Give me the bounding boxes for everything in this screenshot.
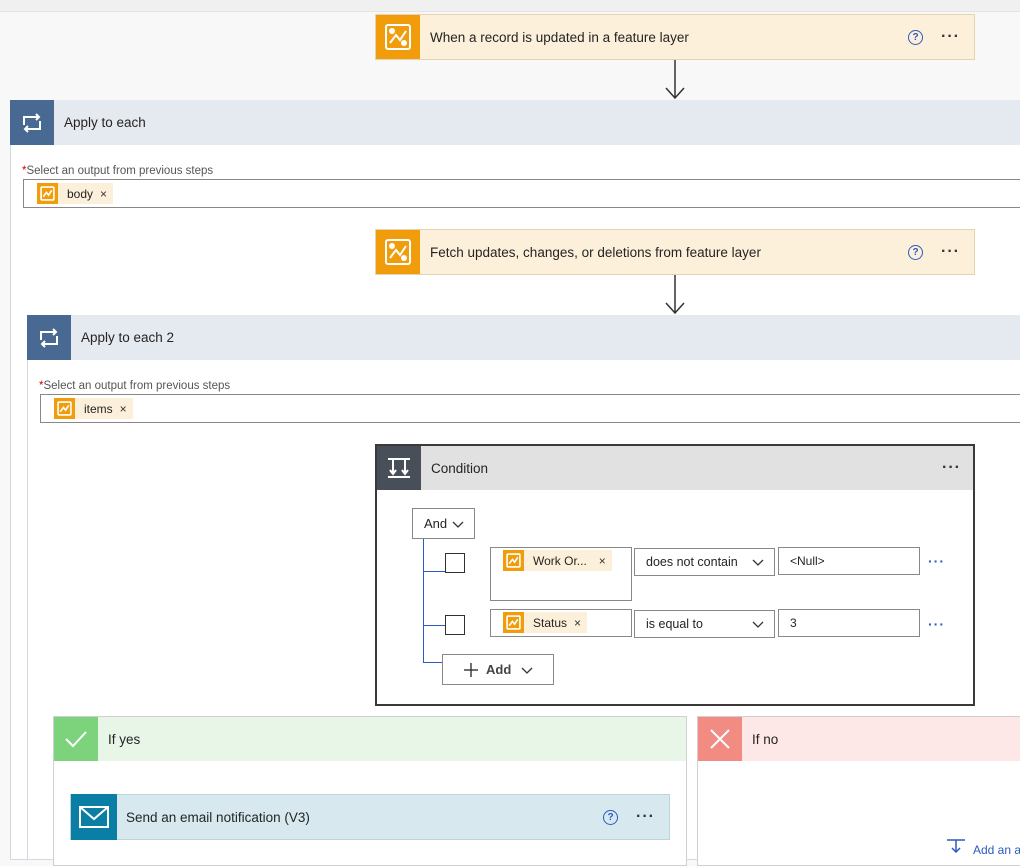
tree-branch-line — [423, 625, 445, 626]
arcgis-icon — [376, 230, 420, 274]
apply-to-each-2-title: Apply to each 2 — [81, 330, 175, 345]
arcgis-icon — [503, 612, 524, 633]
fetch-card[interactable]: Fetch updates, changes, or deletions fro… — [375, 229, 975, 275]
work-order-token[interactable]: Work Or... × — [503, 550, 612, 571]
row-more-icon[interactable]: ··· — [928, 616, 945, 632]
loop-icon — [10, 100, 54, 145]
condition-title: Condition — [431, 460, 489, 476]
chevron-down-icon — [752, 559, 764, 566]
row-more-icon[interactable]: ··· — [928, 553, 945, 569]
value-text: <Null> — [790, 554, 825, 568]
group-operator-select[interactable]: And — [412, 508, 475, 539]
chevron-down-icon — [452, 521, 464, 528]
arcgis-icon — [37, 183, 58, 204]
group-operator-value: And — [424, 516, 448, 531]
body-token[interactable]: body × — [37, 183, 114, 204]
chevron-down-icon — [521, 667, 533, 674]
condition-right-operand[interactable]: 3 — [778, 609, 920, 637]
chevron-down-icon — [752, 621, 764, 628]
remove-token-icon[interactable]: × — [100, 187, 107, 201]
output-field-label: *Select an output from previous steps — [39, 380, 230, 392]
add-action-button[interactable]: Add an a — [946, 838, 1020, 857]
apply-to-each-2-header[interactable]: Apply to each 2 — [27, 315, 1020, 360]
close-icon — [698, 717, 742, 761]
add-condition-button[interactable]: Add — [442, 654, 554, 685]
fetch-title: Fetch updates, changes, or deletions fro… — [430, 244, 761, 260]
top-strip — [0, 0, 1020, 12]
add-action-label: Add an a — [973, 843, 1020, 857]
condition-right-operand[interactable]: <Null> — [778, 547, 920, 575]
operator-value: does not contain — [646, 555, 738, 569]
items-token[interactable]: items × — [54, 398, 133, 419]
if-yes-header[interactable]: If yes — [54, 717, 686, 761]
condition-header[interactable]: Condition ··· — [377, 446, 973, 490]
check-icon — [54, 717, 98, 761]
tree-line — [423, 539, 424, 663]
output-field-2[interactable]: items × — [40, 394, 1020, 423]
tree-branch-line — [423, 662, 443, 663]
more-options-icon[interactable]: ··· — [636, 809, 655, 825]
add-label: Add — [486, 662, 512, 677]
more-options-icon[interactable]: ··· — [942, 460, 961, 476]
more-options-icon[interactable]: ··· — [941, 244, 960, 260]
if-yes-title: If yes — [108, 731, 141, 747]
operator-select[interactable]: is equal to — [634, 610, 775, 638]
token-label: Status — [533, 615, 568, 630]
if-yes-branch: If yes — [53, 716, 687, 866]
trigger-card[interactable]: When a record is updated in a feature la… — [375, 14, 975, 60]
send-email-card[interactable]: Send an email notification (V3) ? ··· — [70, 794, 670, 840]
if-no-header[interactable]: If no — [698, 717, 1020, 761]
apply-to-each-title: Apply to each — [64, 115, 146, 130]
status-token[interactable]: Status × — [503, 612, 588, 633]
more-options-icon[interactable]: ··· — [941, 29, 960, 45]
remove-token-icon[interactable]: × — [599, 554, 606, 568]
token-label: Work Or... — [533, 553, 587, 568]
condition-left-operand[interactable]: Work Or... × — [490, 547, 632, 601]
mail-icon — [71, 794, 117, 840]
output-field-label-text: Select an output from previous steps — [26, 165, 214, 177]
remove-token-icon[interactable]: × — [574, 616, 581, 630]
condition-icon — [377, 446, 421, 490]
operator-select[interactable]: does not contain — [634, 548, 775, 576]
condition-left-operand[interactable]: Status × — [490, 609, 632, 637]
output-field[interactable]: body × — [23, 179, 1020, 208]
tree-branch-line — [423, 571, 445, 572]
help-icon[interactable]: ? — [908, 244, 924, 260]
arcgis-icon — [54, 398, 75, 419]
help-icon[interactable]: ? — [908, 29, 924, 45]
output-field-label: *Select an output from previous steps — [22, 165, 213, 177]
send-email-title: Send an email notification (V3) — [126, 809, 310, 825]
row-checkbox[interactable] — [445, 615, 465, 635]
arcgis-icon — [503, 550, 524, 571]
token-label: items — [84, 401, 113, 416]
flow-arrow-icon — [665, 275, 685, 315]
token-label: body — [67, 186, 94, 201]
plus-icon — [464, 662, 478, 677]
remove-token-icon[interactable]: × — [120, 402, 127, 416]
output-field-label-text: Select an output from previous steps — [43, 380, 231, 392]
apply-to-each-header[interactable]: Apply to each — [10, 100, 1020, 145]
value-text: 3 — [790, 616, 797, 630]
arcgis-icon — [376, 15, 420, 59]
add-action-icon — [947, 839, 965, 853]
operator-value: is equal to — [646, 617, 703, 631]
if-no-title: If no — [752, 731, 779, 747]
flow-arrow-icon — [665, 60, 685, 100]
help-icon[interactable]: ? — [603, 809, 619, 825]
loop-icon — [27, 315, 71, 360]
row-checkbox[interactable] — [445, 553, 465, 573]
trigger-title: When a record is updated in a feature la… — [430, 29, 689, 45]
